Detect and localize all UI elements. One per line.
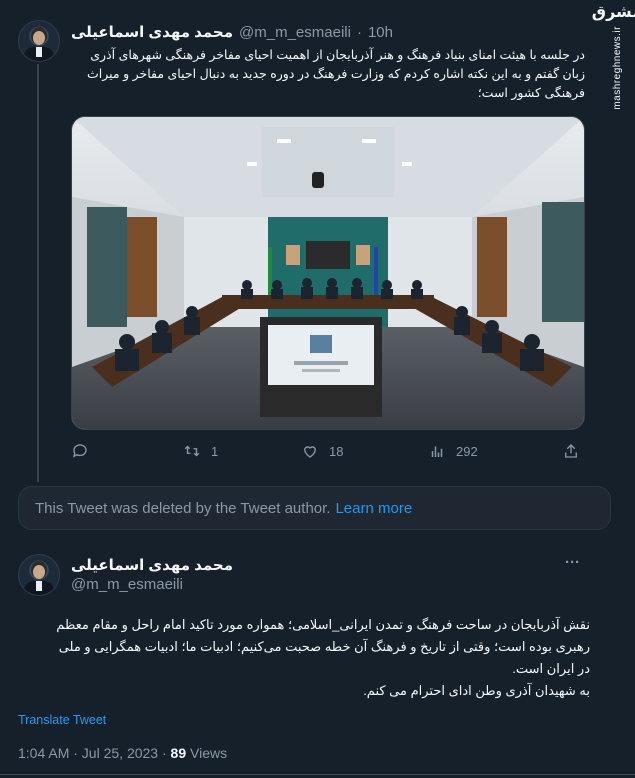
retweet-button[interactable]: 1 [183, 442, 218, 460]
avatar-2[interactable] [18, 554, 60, 596]
author-handle-2[interactable]: @m_m_esmaeili [71, 576, 183, 593]
thread-line [37, 64, 39, 482]
watermark-site: mashreghnews.ir [611, 26, 623, 110]
views-count: 292 [456, 443, 478, 459]
views-label: Views [186, 745, 228, 761]
analytics-icon [431, 446, 443, 457]
tweet1-header: محمد مهدی اسماعیلی @m_m_esmaeili · 10h [71, 23, 393, 42]
timestamp[interactable]: 1:04 AM · Jul 25, 2023 · [18, 745, 171, 761]
author-handle[interactable]: @m_m_esmaeili [239, 24, 351, 41]
translate-tweet-link[interactable]: Translate Tweet [18, 713, 106, 727]
heart-icon [304, 446, 316, 458]
tweet2-text: نقش آذربایجان در ساحت فرهنگ و تمدن ایران… [56, 617, 590, 698]
author-name[interactable]: محمد مهدی اسماعیلی [71, 23, 233, 41]
views-count-2: 89 [170, 745, 187, 761]
deleted-tweet-notice: This Tweet was deleted by the Tweet auth… [18, 486, 611, 530]
watermark: مشرق mashreghnews.ir [592, 4, 635, 122]
meeting-photo [72, 117, 584, 429]
avatar[interactable] [18, 20, 60, 62]
share-icon [565, 444, 577, 458]
share-button[interactable] [562, 442, 580, 460]
tweet-metadata: 1:04 AM · Jul 25, 2023 · 89 Views [18, 745, 227, 761]
learn-more-link[interactable]: Learn more [335, 500, 412, 517]
deleted-text: This Tweet was deleted by the Tweet auth… [35, 499, 331, 517]
reply-button[interactable] [71, 442, 89, 460]
like-count: 18 [329, 443, 344, 459]
tweet-time[interactable]: 10h [368, 24, 393, 41]
watermark-logo: مشرق [591, 4, 635, 21]
reply-icon [72, 444, 87, 458]
divider [0, 774, 635, 775]
like-button[interactable]: 18 [301, 442, 343, 460]
more-options-button[interactable]: ··· [565, 554, 580, 571]
tweet1-text: در جلسه با هیئت امنای بنیاد فرهنگ و هنر … [87, 48, 585, 100]
tweet-photo[interactable] [71, 116, 585, 430]
retweet-icon [184, 445, 200, 457]
author-name-2[interactable]: محمد مهدی اسماعیلی [71, 556, 233, 574]
retweet-count: 1 [211, 443, 219, 459]
views-button[interactable]: 292 [428, 442, 478, 460]
